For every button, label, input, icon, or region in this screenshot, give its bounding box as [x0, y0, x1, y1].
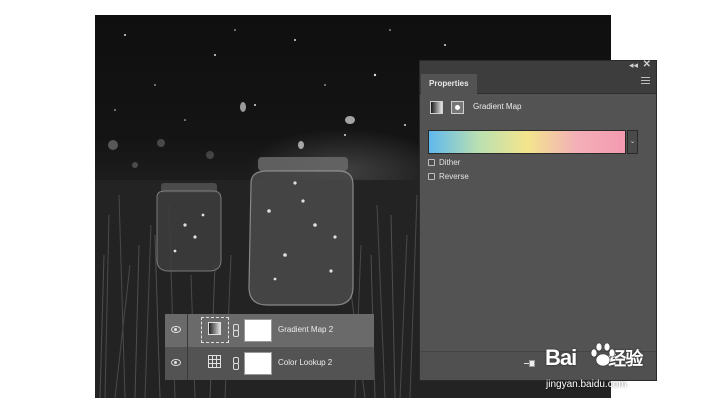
panel-menu-icon[interactable] — [641, 77, 650, 84]
gradient-dropdown-chevron-icon[interactable]: ⌄ — [627, 130, 638, 154]
gradient-map-icon — [208, 322, 221, 335]
baidu-watermark: Bai 经验 jingyan.baidu.com — [540, 340, 670, 400]
visibility-column — [165, 314, 188, 347]
collapse-panel-icon[interactable]: ◂◂ — [629, 59, 638, 71]
color-lookup-icon — [208, 355, 221, 368]
layer-mask-thumbnail[interactable] — [244, 352, 272, 375]
paw-icon — [590, 342, 616, 367]
clip-to-layer-icon[interactable] — [524, 359, 535, 369]
layer-row-color-lookup[interactable]: Color Lookup 2 — [165, 347, 374, 380]
layer-mask-thumbnail[interactable] — [244, 319, 272, 342]
layer-name[interactable]: Color Lookup 2 — [278, 358, 332, 367]
visibility-column — [165, 347, 188, 380]
reverse-label: Reverse — [439, 172, 469, 181]
layer-name[interactable]: Gradient Map 2 — [278, 325, 333, 334]
adjustment-title: Gradient Map — [473, 102, 522, 111]
dither-checkbox[interactable] — [428, 159, 435, 166]
tab-properties[interactable]: Properties — [421, 74, 477, 94]
link-chain-icon[interactable] — [233, 324, 239, 337]
panel-title-bar: ◂◂ ✕ — [420, 59, 656, 71]
panel-tab-bar: Properties — [420, 71, 656, 94]
close-panel-icon[interactable]: ✕ — [643, 59, 651, 71]
layers-panel: Gradient Map 2 Color Lookup 2 — [165, 314, 374, 380]
gradient-preview[interactable] — [428, 130, 626, 154]
gradient-map-icon[interactable] — [430, 101, 443, 114]
layer-mask-icon[interactable] — [451, 101, 464, 114]
link-chain-icon[interactable] — [233, 357, 239, 370]
eye-icon[interactable] — [171, 326, 181, 333]
reverse-checkbox[interactable] — [428, 173, 435, 180]
layer-row-gradient-map[interactable]: Gradient Map 2 — [165, 314, 374, 347]
dither-label: Dither — [439, 158, 461, 167]
eye-icon[interactable] — [171, 359, 181, 366]
watermark-url: jingyan.baidu.com — [546, 379, 627, 390]
properties-panel: ◂◂ ✕ Properties Gradient Map ⌄ Dither Re… — [419, 59, 657, 381]
